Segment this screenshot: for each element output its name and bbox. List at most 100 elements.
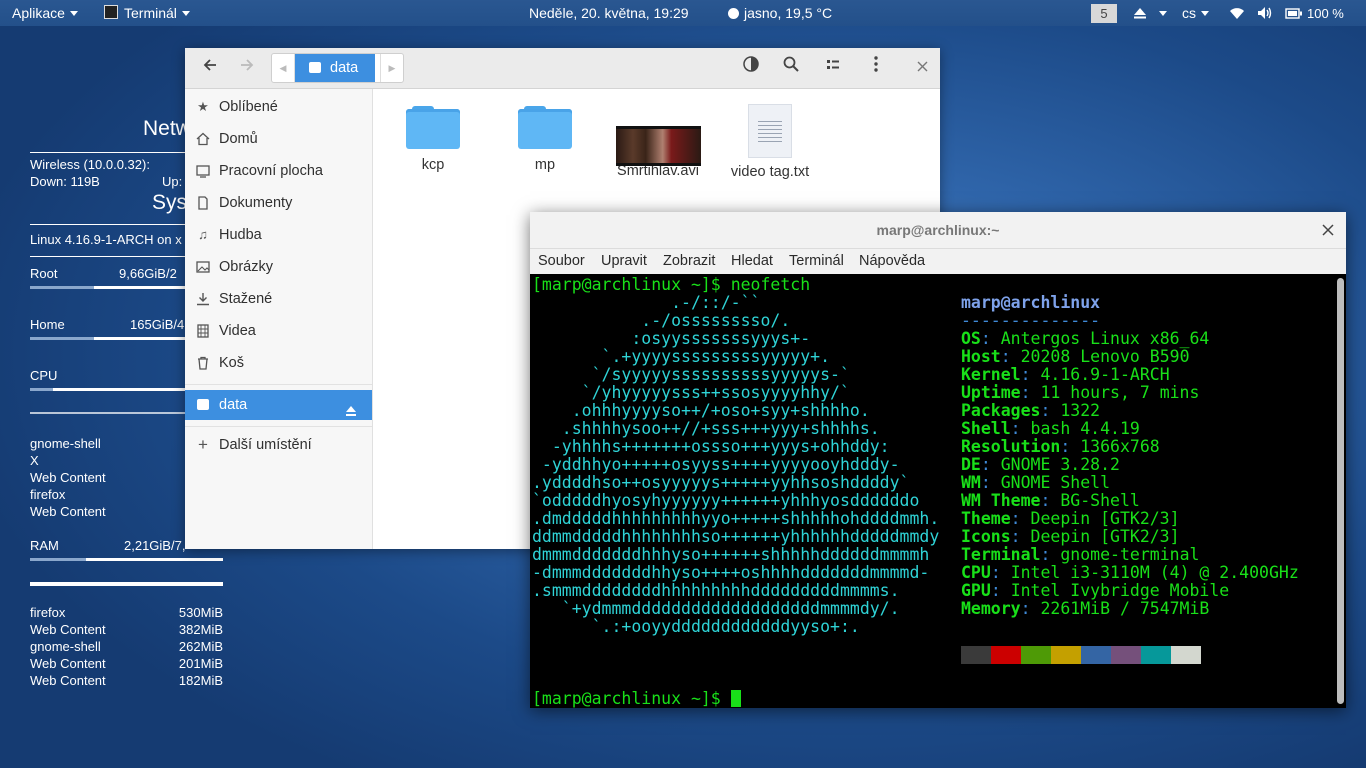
sidebar-item-data-drive[interactable]: data [185, 390, 372, 420]
info-key: Host [961, 347, 1001, 366]
palette-swatch [1111, 646, 1141, 664]
logo-line: dmmmdddddddhhhyso++++++shhhhhddddddmmmmh [532, 545, 930, 564]
sidebar-item-trash[interactable]: Koš [185, 348, 372, 378]
battery-percent: 100 % [1307, 6, 1344, 21]
info-value: Intel i3-3110M (4) @ 2.400GHz [1010, 563, 1299, 582]
close-button[interactable] [910, 56, 934, 80]
mem-process-name: Web Content [30, 622, 106, 637]
eject-icon[interactable] [345, 398, 357, 428]
menu-hledat[interactable]: Hledat [731, 249, 773, 273]
info-key: CPU [961, 563, 991, 582]
file-item-folder[interactable]: mp [490, 103, 600, 173]
close-button[interactable] [1322, 223, 1334, 236]
path-scroll-left-button[interactable]: ◀ [272, 54, 295, 82]
info-key: Theme [961, 509, 1011, 528]
sidebar-item-documents[interactable]: Dokumenty [185, 188, 372, 218]
sidebar-item-label: Oblíbené [219, 99, 278, 115]
palette-swatch [1171, 646, 1201, 664]
view-toggle-button[interactable] [821, 56, 845, 80]
network-heading: Netw [143, 117, 191, 140]
cpu-label: CPU [30, 368, 58, 383]
menu-napoveda[interactable]: Nápověda [859, 249, 925, 273]
sidebar-item-label: Dokumenty [219, 195, 293, 211]
download-rate: Down: 119B [30, 174, 100, 189]
menu-zobrazit[interactable]: Zobrazit [663, 249, 715, 273]
logo-line: .-/osssssssso/. [532, 311, 791, 330]
sidebar-item-label: Další umístění [219, 437, 312, 453]
info-key: Kernel [961, 365, 1021, 384]
info-separator: : [1040, 545, 1061, 564]
clock[interactable]: Neděle, 20. května, 19:29 [529, 0, 689, 26]
wifi-icon[interactable] [1229, 0, 1245, 26]
logo-line: `/yhyyyyysss++ssosyyyyhhy/` [532, 383, 850, 402]
info-value: BG-Shell [1060, 491, 1140, 510]
video-thumbnail [615, 126, 701, 166]
cpu-process-name: Web Content [30, 470, 106, 485]
file-item-folder[interactable]: kcp [378, 103, 488, 173]
path-scroll-right-button[interactable]: ▶ [380, 54, 403, 82]
info-key: GPU [961, 581, 991, 600]
ram-usage: 2,21GiB/7, [124, 538, 186, 553]
info-key: Uptime [961, 383, 1021, 402]
eject-icon[interactable] [1133, 0, 1147, 26]
path-segment-data[interactable]: data [295, 54, 375, 82]
info-line: CPU: Intel i3-3110M (4) @ 2.400GHz [961, 564, 1299, 582]
sidebar-item-label: data [219, 397, 248, 413]
root-usage-bar-fill [30, 286, 94, 289]
info-separator: : [1010, 509, 1031, 528]
sidebar-item-music[interactable]: ♫ Hudba [185, 220, 372, 250]
applications-menu[interactable]: Aplikace [12, 0, 78, 26]
sidebar-item-videos[interactable]: Videa [185, 316, 372, 346]
wireless-label: Wireless (10.0.0.32): [30, 157, 150, 172]
search-button[interactable] [779, 56, 803, 80]
info-separator: : [1060, 437, 1081, 456]
terminal-output[interactable]: [marp@archlinux ~]$ neofetch .-/::/-`` .… [530, 274, 1336, 708]
terminal-window: marp@archlinux:~ Soubor Upravit Zobrazit… [530, 212, 1346, 708]
menu-soubor[interactable]: Soubor [538, 249, 585, 273]
file-item-text[interactable]: video tag.txt [715, 103, 825, 180]
menu-terminal[interactable]: Terminál [789, 249, 844, 273]
logo-line: ddmmdddddhhhhhhhhso++++++yhhhhhhdddddmmd… [532, 527, 940, 546]
info-value: GNOME 3.28.2 [1000, 455, 1120, 474]
sidebar-item-other-locations[interactable]: + Další umístění [185, 430, 372, 460]
sidebar-item-favorites[interactable]: ★ Oblíbené [185, 92, 372, 122]
info-key: Terminal [961, 545, 1041, 564]
scrollbar[interactable] [1337, 278, 1344, 704]
mem-process-name: gnome-shell [30, 639, 101, 654]
mem-process-value: 201MiB [178, 656, 223, 671]
info-separator: : [980, 473, 1001, 492]
menu-upravit[interactable]: Upravit [601, 249, 647, 273]
palette-swatch [1051, 646, 1081, 664]
info-key: WM Theme [961, 491, 1041, 510]
desktop-icon [196, 164, 210, 178]
workspace-indicator[interactable]: 5 [1091, 0, 1117, 26]
cpu-process-name: gnome-shell [30, 436, 101, 451]
recent-pie-icon[interactable] [739, 56, 763, 80]
weather-indicator[interactable]: jasno, 19,5 °C [728, 0, 832, 26]
info-separator: : [990, 581, 1011, 600]
volume-icon[interactable] [1257, 0, 1273, 26]
forward-button[interactable] [235, 56, 259, 80]
shell-prompt: [marp@archlinux ~]$ [532, 275, 731, 294]
back-button[interactable] [198, 56, 222, 80]
menu-button[interactable] [864, 56, 888, 80]
mem-process-row: Web Content 382MiB [30, 622, 223, 637]
active-app-menu[interactable]: Terminál [104, 0, 190, 26]
sidebar-item-desktop[interactable]: Pracovní plocha [185, 156, 372, 186]
sidebar-item-home[interactable]: Domů [185, 124, 372, 154]
logo-line: `+ydmmmdddddddddddddddddddmmmmdy/. [532, 599, 900, 618]
info-value: Antergos Linux x86_64 [1000, 329, 1210, 348]
home-label: Home [30, 317, 65, 332]
palette-swatch [1081, 646, 1111, 664]
file-item-video[interactable]: Smrtihlav.avi [603, 103, 713, 179]
keyboard-layout[interactable]: cs [1182, 0, 1209, 26]
sidebar-item-pictures[interactable]: Obrázky [185, 252, 372, 282]
text-file-icon [748, 104, 792, 158]
sidebar-item-downloads[interactable]: Stažené [185, 284, 372, 314]
ram-graph [30, 582, 223, 586]
sidebar-divider [185, 384, 372, 385]
info-separator: : [1010, 527, 1031, 546]
battery-indicator[interactable]: 100 % [1285, 0, 1344, 26]
info-separator: : [1020, 365, 1041, 384]
chevron-down-icon[interactable] [1154, 0, 1167, 26]
